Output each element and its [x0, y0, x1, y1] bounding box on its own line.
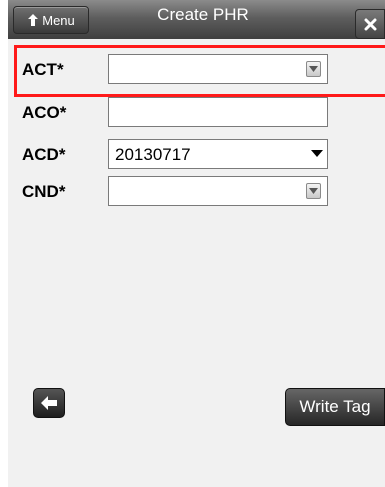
acd-label: ACD*	[22, 145, 66, 164]
close-icon	[364, 18, 377, 31]
aco-label: ACO*	[22, 103, 67, 122]
acd-value: 20130717	[115, 145, 191, 164]
aco-row: ACO*	[8, 97, 385, 129]
menu-button[interactable]: Menu	[13, 6, 89, 34]
write-tag-button[interactable]: Write Tag	[285, 388, 385, 426]
cnd-label: CND*	[22, 182, 66, 201]
acd-select[interactable]: 20130717	[108, 139, 328, 169]
cnd-dropdown-button[interactable]	[306, 183, 321, 199]
arrow-up-icon	[28, 14, 39, 26]
highlight-box	[14, 45, 385, 97]
chevron-down-icon	[309, 188, 318, 194]
aco-input[interactable]	[108, 97, 328, 127]
write-tag-label: Write Tag	[299, 397, 371, 416]
acd-row: ACD* 20130717	[8, 139, 385, 171]
cnd-combo[interactable]	[108, 176, 328, 206]
close-button[interactable]	[355, 9, 385, 39]
page-title: Create PHR	[157, 5, 249, 24]
menu-button-label: Menu	[42, 12, 75, 28]
title-bar: Menu Create PHR	[8, 0, 385, 39]
chevron-down-icon[interactable]	[311, 150, 323, 157]
back-button[interactable]	[33, 388, 65, 418]
cnd-row: CND*	[8, 176, 385, 208]
arrow-left-icon	[41, 396, 57, 410]
